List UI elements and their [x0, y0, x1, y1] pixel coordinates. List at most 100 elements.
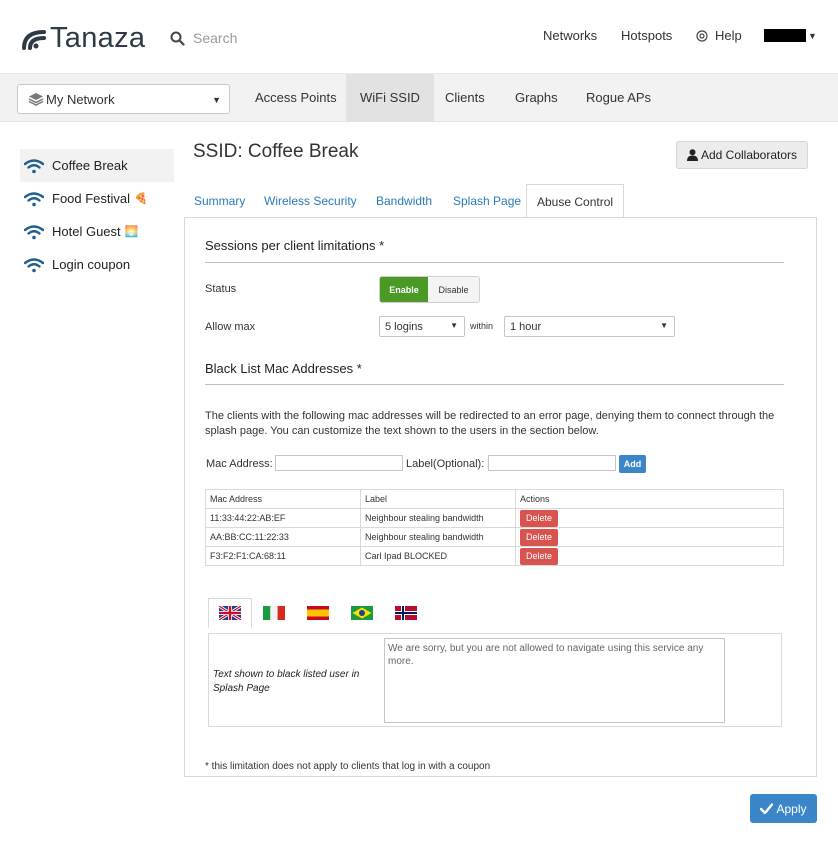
page-title: SSID: Coffee Break [193, 141, 359, 162]
apply-label: Apply [776, 801, 807, 816]
splash-message-textarea[interactable]: We are sorry, but you are not allowed to… [384, 638, 725, 723]
wifi-icon [24, 257, 44, 272]
add-collaborators-button[interactable]: Add Collaborators [676, 141, 808, 169]
user-menu[interactable]: ▼ [764, 29, 817, 42]
status-label: Status [205, 283, 237, 295]
help-label: Help [715, 28, 742, 43]
nav-help[interactable]: Help [696, 28, 742, 43]
label-cell: Carl Ipad BLOCKED [360, 546, 516, 566]
tab-wifi-ssid[interactable]: WiFi SSID [346, 74, 434, 122]
nav-hotspots[interactable]: Hotspots [621, 28, 672, 43]
column-header-label: Label [360, 489, 516, 509]
sidebar-item-label: Food Festival [52, 191, 131, 206]
add-button[interactable]: Add [619, 455, 646, 473]
italy-flag-icon [263, 606, 285, 620]
spain-flag-icon [307, 606, 329, 620]
chevron-down-icon: ▼ [660, 321, 668, 330]
top-bar: Tanaza Networks Hotspots Help ▼ [0, 0, 838, 74]
actions-cell: Delete [515, 527, 784, 547]
network-select-value: My Network [46, 91, 115, 107]
wifi-icon [24, 191, 44, 206]
tab-language-uk[interactable] [208, 598, 252, 628]
chevron-down-icon: ▼ [808, 30, 817, 41]
check-icon [760, 803, 774, 814]
abuse-control-panel: Sessions per client limitations * Status… [184, 217, 817, 777]
mac-cell: AA:BB:CC:11:22:33 [205, 527, 361, 547]
sidebar-item-label: Coffee Break [52, 158, 128, 173]
blacklist-section-title: Black List Mac Addresses * [205, 361, 362, 376]
period-select-value: 1 hour [510, 320, 542, 333]
divider [205, 262, 784, 263]
status-toggle: Enable Disable [379, 276, 480, 303]
tab-language-italian[interactable] [252, 598, 296, 628]
add-collaborators-label: Add Collaborators [700, 148, 798, 162]
logo[interactable]: Tanaza [22, 22, 145, 55]
sidebar-item-label: Login coupon [52, 257, 131, 272]
norway-flag-icon [395, 606, 417, 620]
sessions-section-title: Sessions per client limitations * [205, 238, 385, 253]
actions-cell: Delete [515, 508, 784, 528]
wifi-icon [24, 224, 44, 239]
tab-wireless-security[interactable]: Wireless Security [254, 184, 367, 218]
tab-splash-page[interactable]: Splash Page [443, 184, 531, 218]
mac-address-label: Mac Address: [206, 458, 273, 470]
mac-table: Mac Address Label Actions 11:33:44:22:AB… [205, 489, 784, 566]
delete-button[interactable]: Delete [520, 547, 559, 565]
tab-language-norwegian[interactable] [384, 598, 428, 628]
footnote: * this limitation does not apply to clie… [205, 761, 491, 772]
pizza-icon: 🍕 [134, 193, 148, 205]
mac-address-input[interactable] [275, 455, 403, 471]
splash-text-label: Text shown to black listed user in Splas… [213, 669, 360, 694]
delete-button[interactable]: Delete [520, 528, 559, 546]
tab-abuse-control[interactable]: Abuse Control [526, 184, 625, 218]
apply-button[interactable]: Apply [750, 794, 817, 823]
tab-bandwidth[interactable]: Bandwidth [366, 184, 442, 218]
sidebar-item-label: Hotel Guest [52, 224, 121, 239]
sunset-icon: 🌅 [124, 226, 139, 238]
tab-language-portuguese[interactable] [340, 598, 384, 628]
wifi-icon [24, 158, 44, 173]
language-tabs [208, 598, 428, 628]
layers-icon [28, 93, 44, 106]
column-header-actions: Actions [515, 489, 784, 509]
period-select[interactable]: 1 hour ▼ [504, 316, 675, 337]
tab-language-spanish[interactable] [296, 598, 340, 628]
logo-text: Tanaza [50, 22, 146, 54]
label-input[interactable] [488, 455, 616, 471]
logins-select[interactable]: 5 logins ▼ [379, 316, 465, 337]
nav-networks[interactable]: Networks [543, 28, 597, 43]
actions-cell: Delete [515, 546, 784, 566]
tab-access-points[interactable]: Access Points [241, 74, 351, 122]
allow-max-label: Allow max [205, 321, 256, 333]
tab-clients[interactable]: Clients [431, 74, 499, 122]
brazil-flag-icon [351, 606, 373, 620]
delete-button[interactable]: Delete [520, 509, 559, 527]
search-input[interactable] [191, 29, 311, 47]
user-icon [686, 149, 698, 161]
sidebar-item-food-festival[interactable]: Food Festival 🍕 [20, 182, 174, 215]
network-select[interactable]: My Network ▼ [17, 84, 230, 114]
tab-summary[interactable]: Summary [184, 184, 255, 218]
mac-cell: 11:33:44:22:AB:EF [205, 508, 361, 528]
divider [205, 384, 784, 385]
chevron-down-icon: ▼ [212, 95, 221, 105]
uk-flag-icon [219, 606, 241, 620]
sidebar-item-hotel-guest[interactable]: Hotel Guest 🌅 [20, 215, 174, 248]
sidebar-item-coffee-break[interactable]: Coffee Break [20, 149, 174, 182]
enable-button[interactable]: Enable [380, 277, 428, 302]
tanaza-logo-icon [22, 29, 46, 50]
help-icon [696, 29, 708, 42]
splash-text-box: Text shown to black listed user in Splas… [208, 633, 782, 727]
label-optional-label: Label(Optional): [406, 458, 485, 470]
sidebar-item-login-coupon[interactable]: Login coupon [20, 248, 174, 281]
ssid-sidebar: Coffee Break Food Festival 🍕 Hotel Guest… [20, 149, 174, 281]
disable-button[interactable]: Disable [428, 277, 479, 302]
label-cell: Neighbour stealing bandwidth [360, 527, 516, 547]
mac-cell: F3:F2:F1:CA:68:11 [205, 546, 361, 566]
network-bar: My Network ▼ Access Points WiFi SSID Cli… [0, 74, 838, 122]
tab-rogue-aps[interactable]: Rogue APs [572, 74, 665, 122]
label-cell: Neighbour stealing bandwidth [360, 508, 516, 528]
tab-graphs[interactable]: Graphs [501, 74, 572, 122]
chevron-down-icon: ▼ [450, 321, 458, 330]
table-header-row: Mac Address Label Actions [205, 489, 784, 509]
